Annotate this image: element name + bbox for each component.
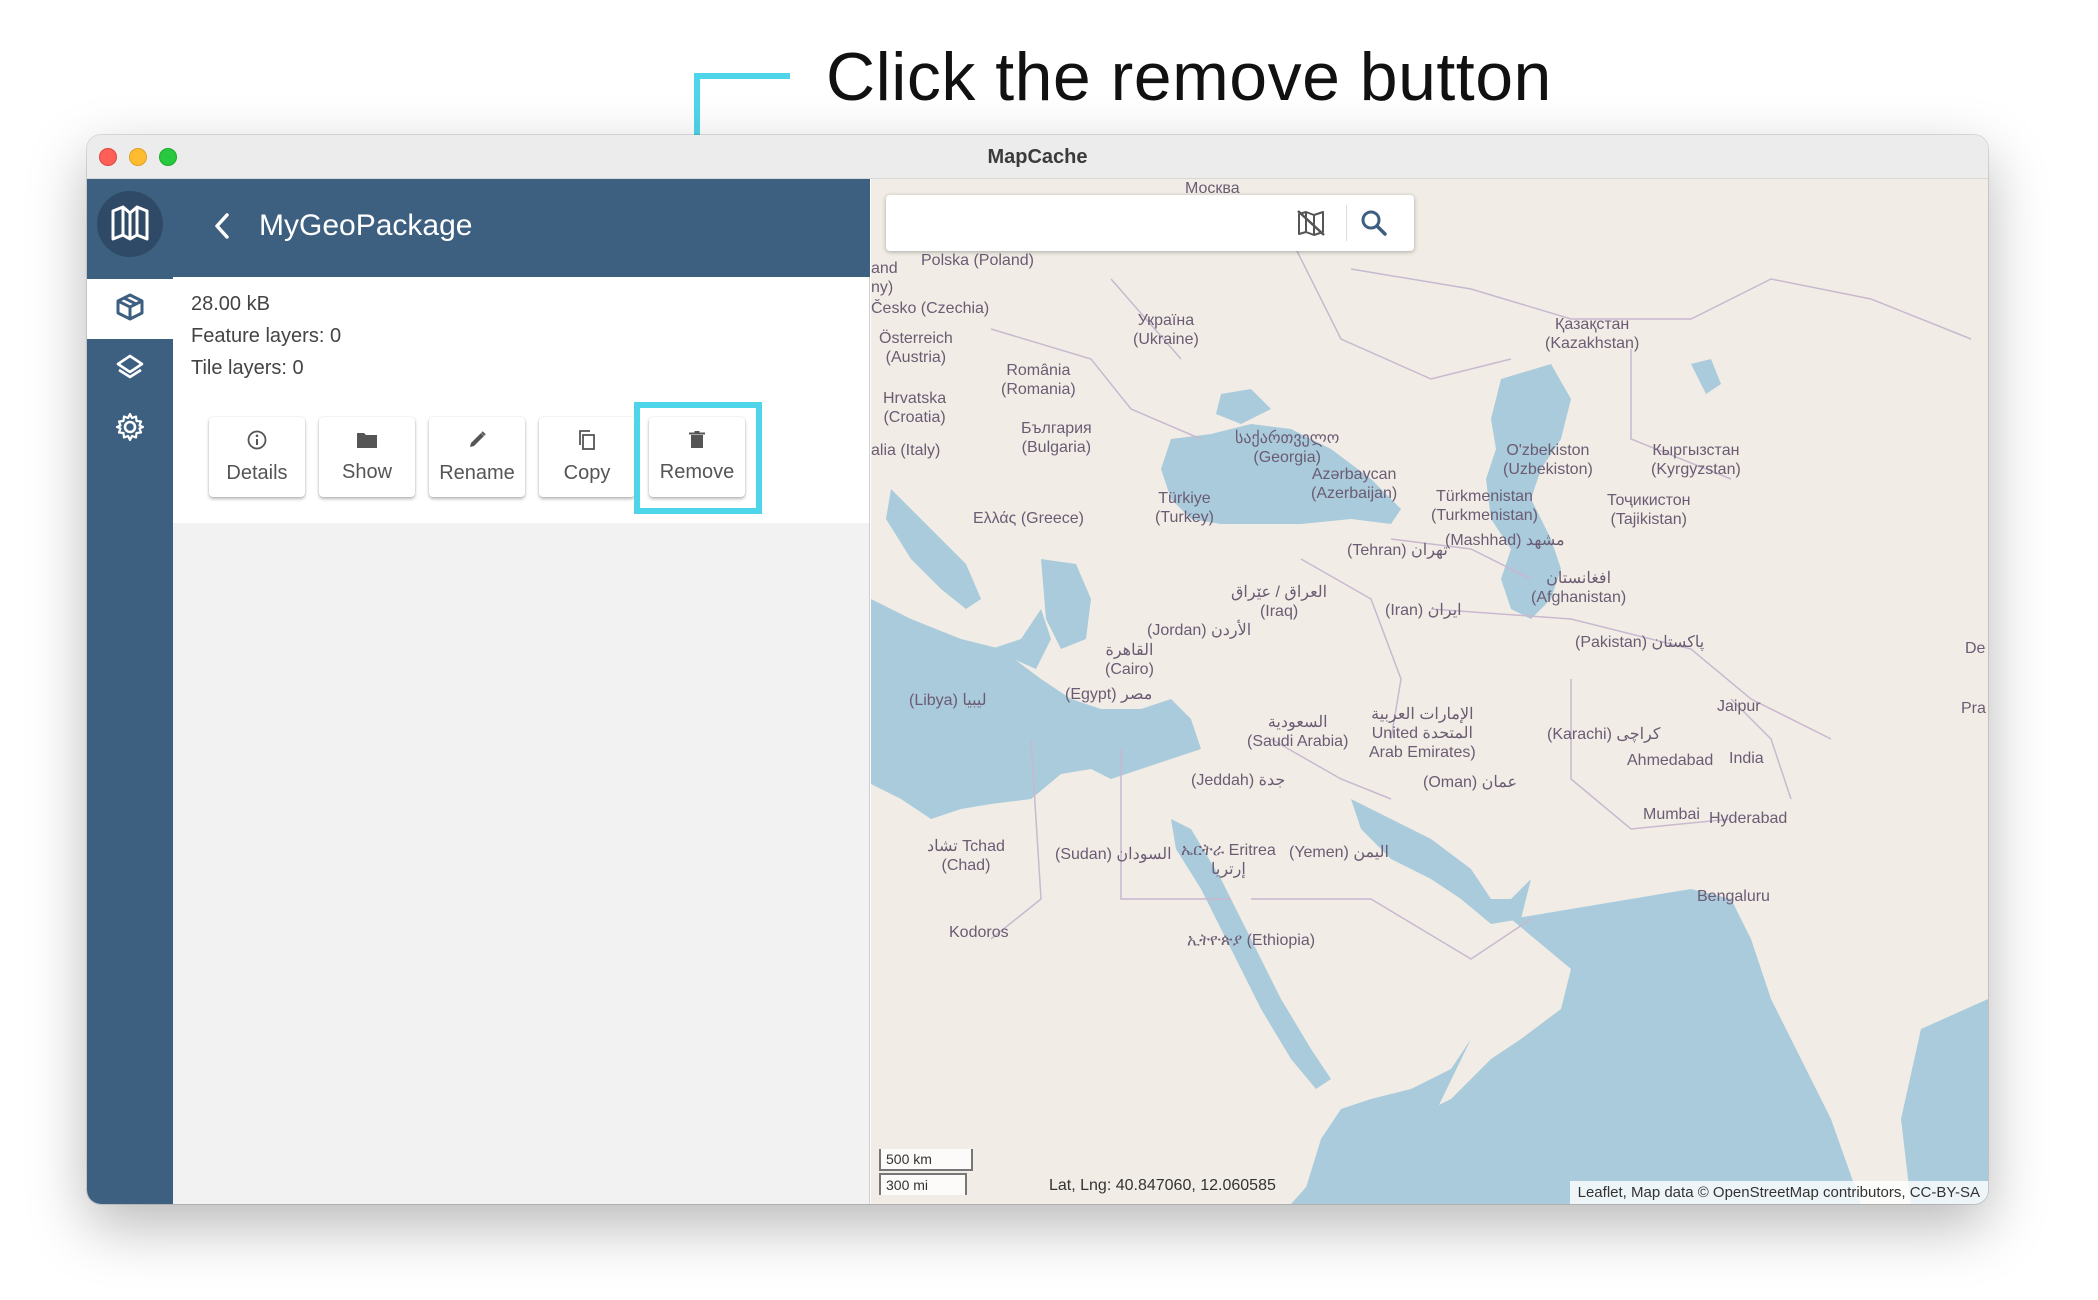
scale-bar-km: 500 km — [879, 1149, 973, 1171]
map-attribution[interactable]: Leaflet, Map data © OpenStreetMap contri… — [1569, 1181, 1988, 1204]
navigation-rail — [87, 179, 173, 1204]
map-label: (Sudan) السودان — [1055, 846, 1172, 863]
map-label: Ahmedabad — [1627, 752, 1714, 769]
rename-button[interactable]: Rename — [429, 417, 525, 497]
map-label: Kodoros — [949, 924, 1009, 941]
file-size: 28.00 kB — [191, 293, 270, 315]
map-label: Türkiye (Turkey) — [1155, 490, 1214, 526]
map-label: القاهرة (Cairo) — [1105, 642, 1154, 678]
title-bar: MapCache — [87, 135, 1988, 179]
map-label: ኢትዮጵያ (Ethiopia) — [1187, 932, 1316, 949]
map-off-icon[interactable] — [1296, 209, 1326, 242]
settings-icon — [114, 411, 146, 448]
search-input[interactable] — [896, 203, 1276, 243]
map-label: الإمارات العربية United المتحدة Arab Emi… — [1369, 706, 1476, 761]
map-label: Česko (Czechia) — [871, 300, 990, 317]
feature-layers-count: Feature layers: 0 — [191, 325, 342, 347]
annotation-text: Click the remove button — [826, 39, 1552, 115]
window-title: MapCache — [987, 146, 1088, 168]
copy-button[interactable]: Copy — [539, 417, 635, 497]
map-label: საქართველო (Georgia) — [1235, 430, 1340, 466]
map-label: (Libya) ليبيا — [909, 692, 987, 709]
rail-item-layers[interactable] — [87, 339, 173, 399]
geopackage-icon — [115, 292, 145, 327]
map-label: Hrvatska (Croatia) — [883, 390, 947, 426]
map-label: România (Romania) — [1001, 362, 1076, 398]
map-label: България (Bulgaria) — [1021, 420, 1092, 456]
folder-icon — [356, 430, 378, 455]
page-title: MyGeoPackage — [259, 209, 473, 242]
show-button-label: Show — [341, 461, 393, 483]
panel-body: 28.00 kB Feature layers: 0 Tile layers: … — [173, 277, 870, 1204]
map-view[interactable]: Москва Polska (Poland) Česko (Czechia) У… — [871, 179, 1988, 1204]
search-divider — [1346, 205, 1347, 241]
tile-layers-count: Tile layers: 0 — [191, 357, 304, 379]
map-label: Кыргызстан (Kyrgyzstan) — [1651, 442, 1741, 478]
rail-item-settings[interactable] — [87, 399, 173, 459]
chevron-left-icon — [212, 212, 232, 245]
map-label: السعودية (Saudi Arabia) — [1247, 714, 1349, 750]
cursor-coordinates: Lat, Lng: 40.847060, 12.060585 — [1049, 1177, 1276, 1194]
map-label: Қазақстан (Kazakhstan) — [1545, 316, 1640, 352]
map-label: Bengaluru — [1697, 888, 1770, 905]
map-label: (Iran) ایران — [1385, 602, 1462, 619]
map-label: Ελλάς (Greece) — [973, 510, 1084, 527]
map-label: افغانستان (Afghanistan) — [1531, 570, 1627, 606]
search-bar — [886, 195, 1414, 251]
map-label: العراق / عێراق (Iraq) — [1231, 584, 1328, 620]
map-label: Україна (Ukraine) — [1133, 312, 1199, 348]
copy-icon — [576, 429, 598, 456]
map-label: alia (Italy) — [871, 442, 941, 459]
map-label: Österreich (Austria) — [879, 330, 953, 366]
copy-button-label: Copy — [563, 462, 611, 484]
basemap — [871, 179, 1988, 1204]
map-label: (Pakistan) پاکستان — [1575, 634, 1705, 651]
map-label: (Yemen) اليمن — [1289, 844, 1389, 861]
pencil-icon — [466, 429, 488, 456]
scale-bar-mi: 300 mi — [879, 1173, 967, 1195]
map-label: and ny) — [871, 260, 898, 296]
map-label: Jaipur — [1717, 698, 1761, 715]
geopackage-info-card: 28.00 kB Feature layers: 0 Tile layers: … — [173, 277, 869, 523]
map-label: ኤርትራ Eritrea إرتريا — [1181, 842, 1276, 878]
details-button-label: Details — [226, 462, 288, 484]
map-label: Hyderabad — [1709, 810, 1788, 827]
map-label: O'zbekiston (Uzbekiston) — [1503, 442, 1593, 478]
mapcache-logo-icon — [97, 191, 163, 257]
map-label: (Jeddah) جدة — [1191, 772, 1286, 789]
annotation-line — [694, 73, 790, 79]
annotation-highlight-box — [634, 402, 762, 514]
map-label: (Egypt) مصر — [1065, 686, 1153, 703]
map-label: India — [1729, 750, 1764, 767]
map-label: Mumbai — [1643, 806, 1700, 823]
map-label: Тоҷикистон (Tajikistan) — [1607, 492, 1691, 528]
app-window: MapCache MyGeoPackage 28.00 kB Feature l… — [87, 135, 1988, 1204]
layers-icon — [115, 352, 145, 387]
details-button[interactable]: Details — [209, 417, 305, 497]
map-label: (Jordan) الأردن — [1147, 622, 1252, 639]
panel-header: MyGeoPackage — [173, 179, 870, 277]
info-icon — [246, 429, 268, 456]
back-button[interactable] — [203, 209, 241, 247]
map-label: Türkmenistan (Turkmenistan) — [1431, 488, 1538, 524]
map-label: Azərbaycan (Azerbaijan) — [1311, 466, 1398, 502]
search-icon[interactable] — [1360, 209, 1388, 242]
map-label: (Karachi) کراچی — [1547, 726, 1661, 743]
map-label: De — [1965, 640, 1986, 657]
map-label: تشاد Tchad (Chad) — [927, 838, 1005, 874]
map-label: (Oman) عمان — [1423, 774, 1518, 791]
map-label: Pra — [1961, 700, 1986, 717]
show-button[interactable]: Show — [319, 417, 415, 497]
map-label: (Mashhad) مشهد — [1445, 532, 1565, 549]
rail-item-geopackage[interactable] — [87, 279, 173, 339]
map-label: Polska (Poland) — [921, 252, 1034, 269]
map-label: (Tehran) تهران — [1347, 542, 1448, 559]
rename-button-label: Rename — [439, 462, 515, 484]
